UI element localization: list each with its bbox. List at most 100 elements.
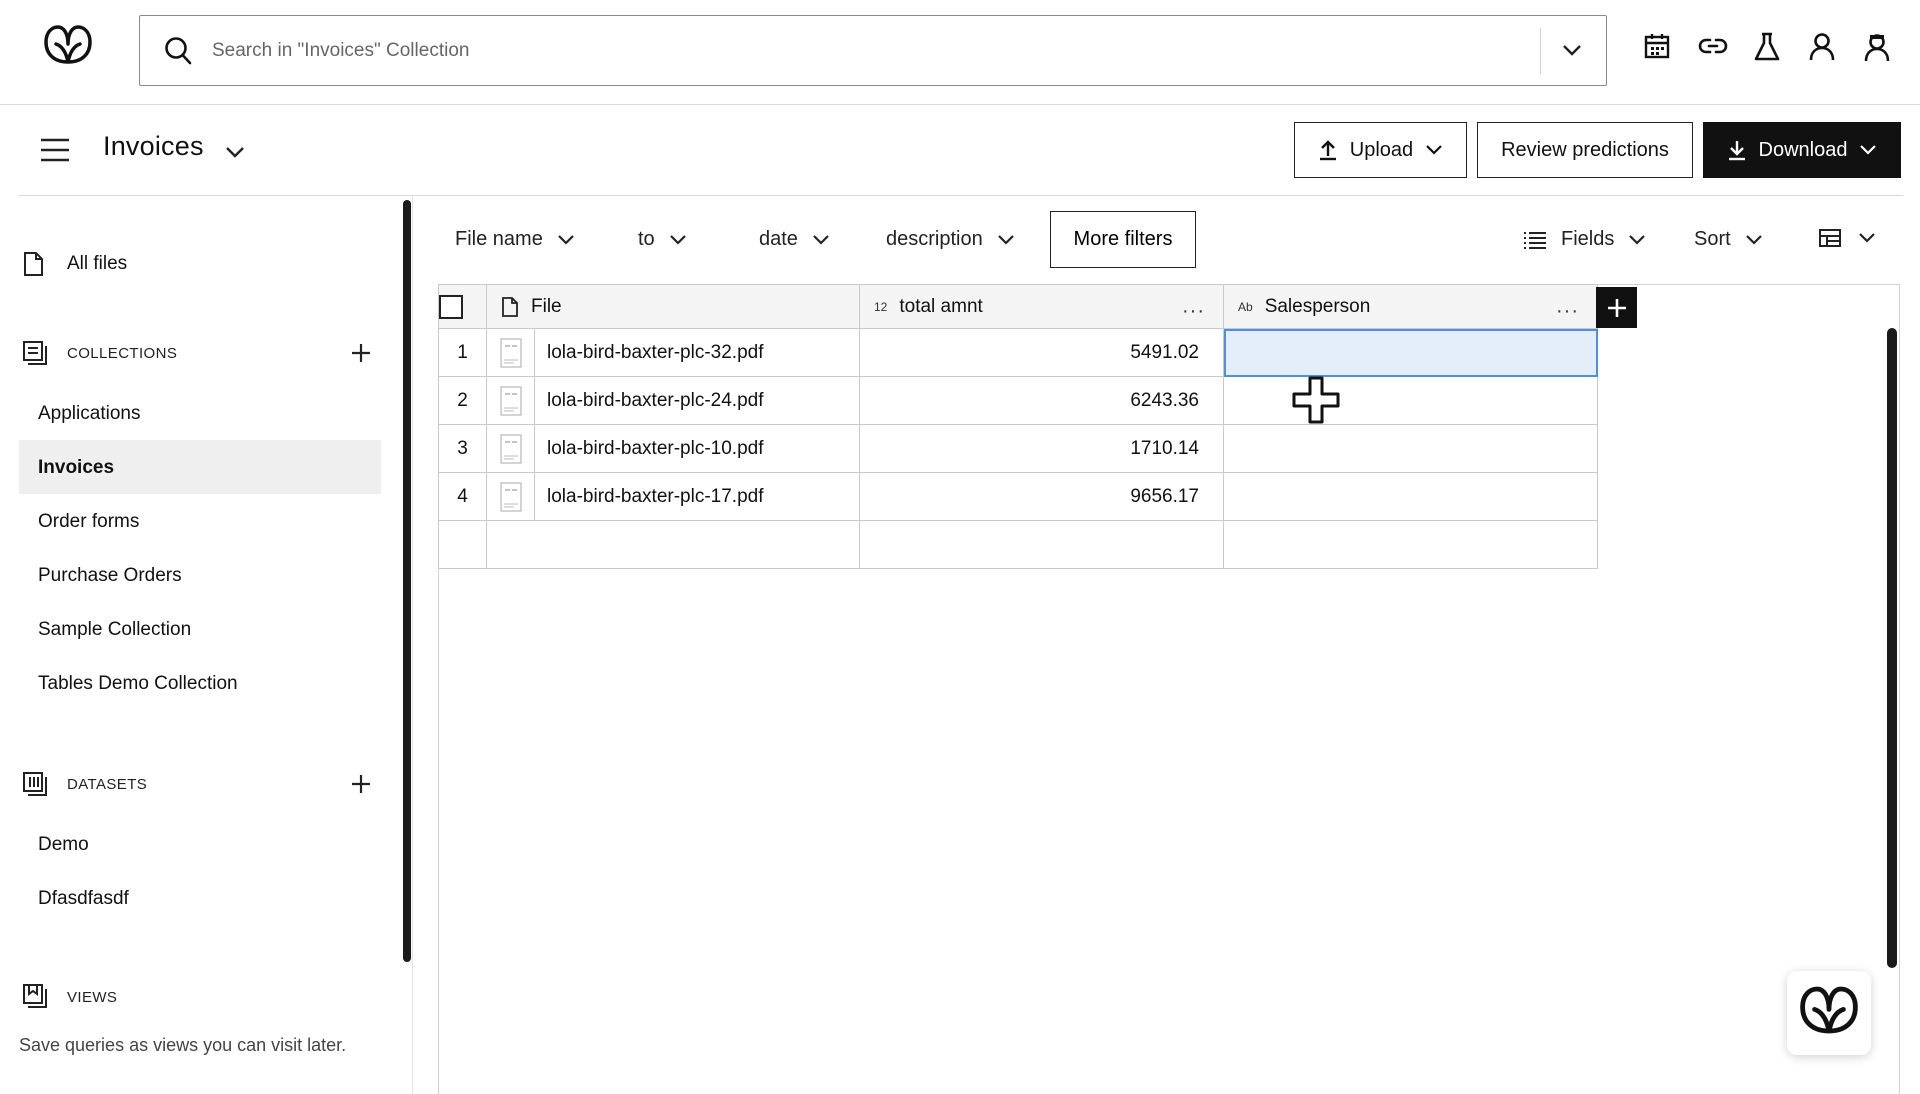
app-logo-icon[interactable]	[40, 22, 96, 72]
sidebar-item-tables-demo-collection[interactable]: Tables Demo Collection	[38, 673, 238, 695]
review-label: Review predictions	[1501, 138, 1669, 161]
document-thumbnail-icon[interactable]	[487, 329, 535, 376]
file-cell[interactable]: lola-bird-baxter-plc-32.pdf	[486, 328, 860, 377]
filter-date-label: date	[759, 228, 798, 250]
download-button[interactable]: Download	[1703, 122, 1901, 178]
filter-file-name-label: File name	[455, 228, 543, 250]
fields-label: Fields	[1561, 228, 1615, 250]
sort-label: Sort	[1694, 228, 1731, 250]
total-amnt-cell[interactable]: 6243.36	[859, 376, 1224, 425]
datasets-icon	[22, 771, 48, 797]
column-header-salesperson[interactable]: Ab Salesperson ···	[1223, 284, 1598, 329]
column-header-file[interactable]: File	[486, 284, 860, 329]
filter-date[interactable]: date	[759, 228, 830, 251]
chevron-down-icon	[813, 234, 829, 245]
table-row[interactable]: 4 lola-bird-baxter-plc-17.pdf 9656.17	[438, 472, 1598, 521]
column-header-total-amnt[interactable]: 12 total amnt ···	[859, 284, 1224, 329]
chevron-down-icon[interactable]	[1560, 38, 1584, 62]
search-icon	[164, 36, 192, 66]
salesperson-cell[interactable]	[1223, 376, 1598, 425]
row-index: 4	[438, 472, 487, 521]
sidebar-item-order-forms[interactable]: Order forms	[38, 511, 139, 533]
document-thumbnail-icon[interactable]	[487, 425, 535, 472]
calendar-icon[interactable]	[1643, 32, 1677, 66]
file-icon	[502, 296, 518, 317]
chevron-down-icon	[1745, 234, 1762, 245]
salesperson-cell[interactable]	[1223, 472, 1598, 521]
filter-description[interactable]: description	[886, 228, 1015, 251]
sidebar-scrollbar[interactable]	[403, 200, 411, 962]
top-bar	[0, 0, 1920, 105]
user-icon[interactable]	[1808, 32, 1842, 66]
table-row-empty[interactable]	[438, 520, 1598, 569]
sidebar-item-sample-collection[interactable]: Sample Collection	[38, 619, 191, 641]
layout-toggle-button[interactable]	[1818, 228, 1876, 248]
sidebar-item-all-files[interactable]: All files	[67, 253, 127, 275]
account-agent-icon[interactable]	[1862, 32, 1896, 66]
views-description: Save queries as views you can visit late…	[19, 1035, 347, 1055]
table-row[interactable]: 3 lola-bird-baxter-plc-10.pdf 1710.14	[438, 424, 1598, 473]
collections-heading: COLLECTIONS	[67, 345, 178, 362]
add-collection-icon[interactable]	[350, 342, 372, 364]
fields-button[interactable]: Fields	[1523, 228, 1646, 251]
salesperson-cell[interactable]	[1223, 520, 1598, 569]
plus-icon	[1607, 298, 1626, 317]
review-predictions-button[interactable]: Review predictions	[1477, 122, 1693, 178]
document-thumbnail-icon[interactable]	[487, 473, 535, 520]
sort-button[interactable]: Sort	[1694, 228, 1763, 251]
more-filters-button[interactable]: More filters	[1050, 211, 1196, 268]
salesperson-cell[interactable]	[1223, 424, 1598, 473]
number-type-tag: 12	[874, 299, 888, 314]
total-amnt-cell[interactable]: 5491.02	[859, 328, 1224, 377]
column-menu-icon[interactable]: ···	[1182, 300, 1205, 323]
crosshair-cursor-icon	[1292, 376, 1340, 424]
file-cell[interactable]: lola-bird-baxter-plc-17.pdf	[486, 472, 860, 521]
lab-flask-icon[interactable]	[1753, 32, 1787, 66]
list-icon	[1524, 231, 1546, 249]
add-dataset-icon[interactable]	[350, 773, 372, 795]
file-cell[interactable]: lola-bird-baxter-plc-10.pdf	[486, 424, 860, 473]
total-amnt-cell[interactable]: 1710.14	[859, 424, 1224, 473]
add-column-button[interactable]	[1596, 287, 1637, 328]
sidebar-item-invoices[interactable]: Invoices	[38, 457, 114, 479]
file-cell[interactable]	[486, 520, 860, 569]
table-row[interactable]: 2 lola-bird-baxter-plc-24.pdf 6243.36	[438, 376, 1598, 425]
sidebar-item-applications[interactable]: Applications	[38, 403, 140, 425]
file-name[interactable]: lola-bird-baxter-plc-17.pdf	[535, 486, 764, 508]
select-all-checkbox[interactable]	[439, 294, 463, 319]
total-amnt-cell[interactable]: 9656.17	[859, 472, 1224, 521]
search-bar[interactable]	[139, 15, 1607, 86]
total-amnt-cell[interactable]	[859, 520, 1224, 569]
sidebar-item-purchase-orders[interactable]: Purchase Orders	[38, 565, 182, 587]
column-menu-icon[interactable]: ···	[1556, 300, 1579, 323]
search-input[interactable]	[212, 34, 1512, 68]
page-title[interactable]: Invoices	[103, 131, 204, 162]
upload-button[interactable]: Upload	[1294, 122, 1467, 178]
column-label-total-amnt: total amnt	[899, 295, 983, 317]
salesperson-cell-selected[interactable]	[1223, 328, 1598, 377]
views-icon	[22, 983, 48, 1009]
link-icon[interactable]	[1698, 32, 1732, 66]
datasets-heading: DATASETS	[67, 776, 148, 793]
menu-icon[interactable]	[39, 137, 71, 163]
sidebar-item-dfasdfasdf[interactable]: Dfasdfasdf	[38, 888, 129, 910]
column-label-salesperson: Salesperson	[1264, 295, 1371, 317]
filter-file-name[interactable]: File name	[455, 228, 575, 251]
chevron-down-icon[interactable]	[224, 143, 246, 161]
file-cell[interactable]: lola-bird-baxter-plc-24.pdf	[486, 376, 860, 425]
sidebar-item-demo[interactable]: Demo	[38, 834, 89, 856]
download-label: Download	[1758, 138, 1848, 161]
document-thumbnail-icon[interactable]	[487, 377, 535, 424]
table-row[interactable]: 1 lola-bird-baxter-plc-32.pdf 5491.02	[438, 328, 1598, 377]
text-type-tag: Ab	[1238, 299, 1253, 314]
file-name[interactable]: lola-bird-baxter-plc-32.pdf	[535, 342, 764, 364]
filter-to[interactable]: to	[638, 228, 687, 251]
row-index: 2	[438, 376, 487, 425]
assistant-chat-button[interactable]	[1787, 971, 1871, 1055]
row-index: 3	[438, 424, 487, 473]
table-scrollbar[interactable]	[1887, 328, 1897, 968]
select-all-cell	[438, 284, 487, 329]
file-name[interactable]: lola-bird-baxter-plc-24.pdf	[535, 390, 764, 412]
file-name[interactable]: lola-bird-baxter-plc-10.pdf	[535, 438, 764, 460]
search-divider	[1540, 28, 1541, 74]
